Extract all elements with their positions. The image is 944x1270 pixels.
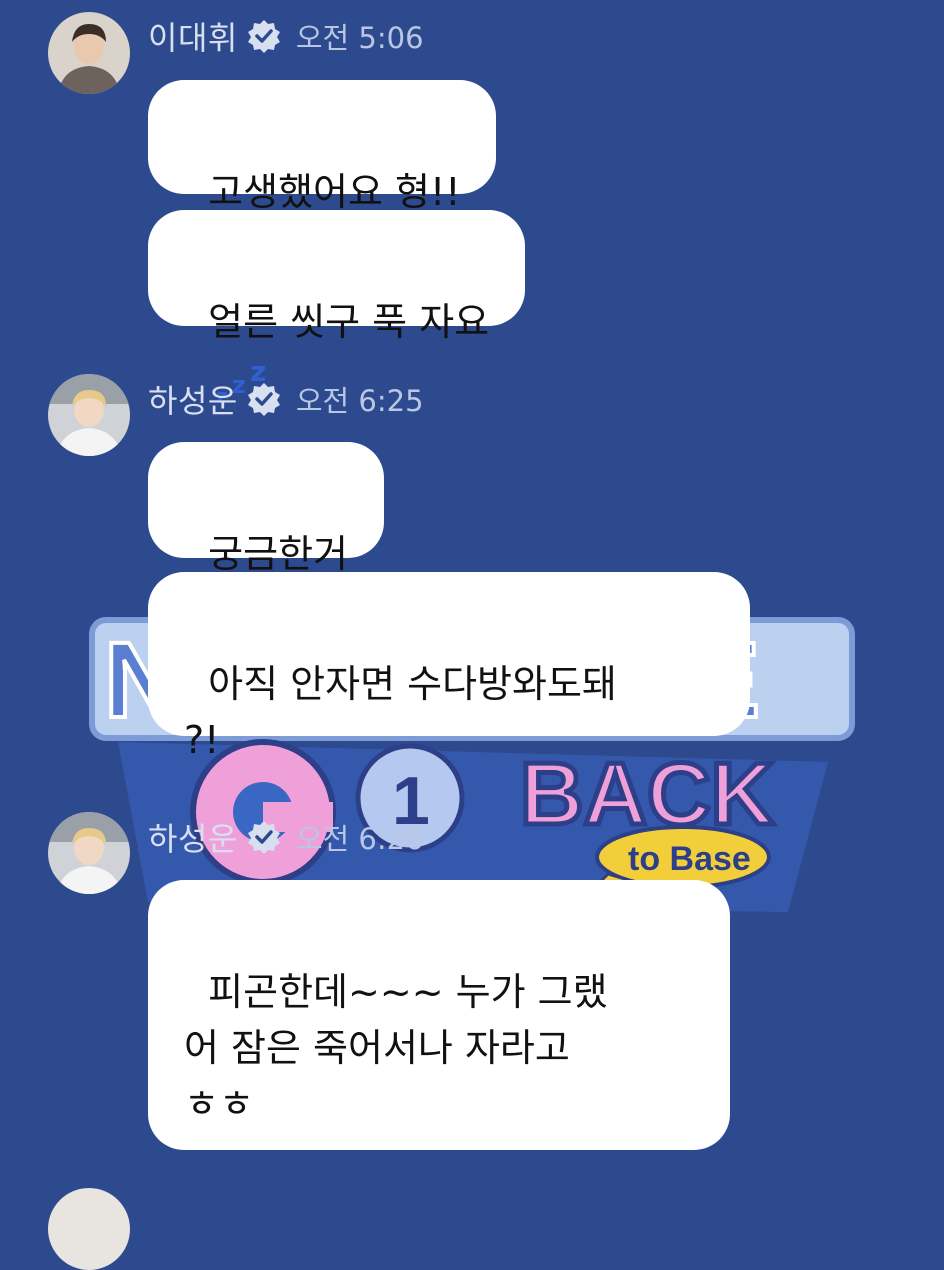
avatar[interactable]	[48, 812, 130, 894]
avatar[interactable]	[48, 12, 130, 94]
chat-bubble[interactable]: 고생했어요 형!!	[148, 80, 497, 214]
message-text: 고생했어요 형!!	[208, 170, 461, 214]
logo-badge-text: to Base	[628, 840, 751, 878]
profile-photo-icon	[48, 812, 130, 894]
sender-name[interactable]: 하성운	[148, 376, 238, 422]
chat-bubble[interactable]: 얼른 씻구 푹 자요 z z z	[148, 210, 526, 407]
message-text: 피곤한데~~~ 누가 그랬 어 잠은 죽어서나 자라고 ㅎㅎ	[184, 970, 608, 1126]
message-time: 오전 6:26	[295, 822, 424, 856]
message-text: 얼른 씻구 푹 자요	[208, 300, 490, 344]
avatar[interactable]	[48, 374, 130, 456]
chat-bubble[interactable]: 피곤한데~~~ 누가 그랬 어 잠은 죽어서나 자라고 ㅎㅎ	[148, 880, 730, 1150]
profile-photo-icon	[48, 374, 130, 456]
sender-name[interactable]: 이대휘	[148, 13, 238, 59]
chat-bubble[interactable]: 궁금한거	[148, 442, 385, 576]
message-time: 오전 5:06	[295, 21, 424, 55]
message-time: 오전 6:25	[295, 384, 424, 418]
verified-badge-icon	[247, 821, 280, 854]
sender-name[interactable]: 하성운	[148, 814, 238, 860]
message-header: 하성운 오전 6:25	[148, 377, 424, 421]
message-text: 궁금한거	[208, 532, 349, 576]
verified-badge-icon	[247, 20, 280, 53]
verified-badge-icon	[247, 383, 280, 416]
avatar[interactable]	[48, 1188, 130, 1270]
message-header: 이대휘 오전 5:06	[148, 14, 424, 58]
message-header: 하성운 오전 6:26	[148, 815, 424, 859]
chat-bubble[interactable]: 아직 안자면 수다방와도돼 ?!	[148, 572, 750, 762]
profile-photo-icon	[48, 12, 130, 94]
